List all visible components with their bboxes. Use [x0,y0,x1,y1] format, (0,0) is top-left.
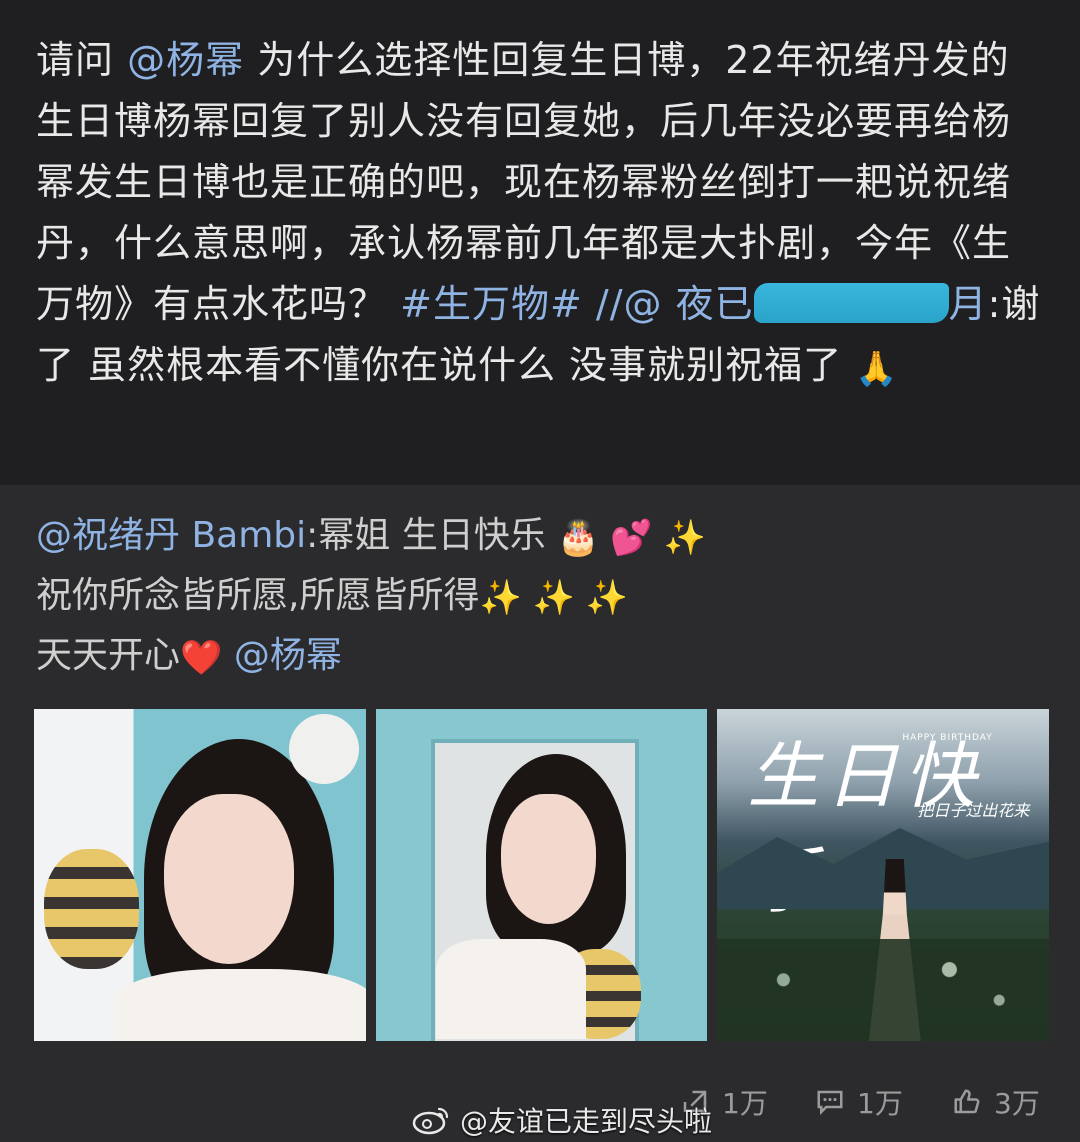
like-count: 3万 [994,1087,1040,1120]
comment-icon [817,1090,843,1116]
mention-yangmi[interactable]: @杨幂 [127,38,244,82]
redaction-scribble [753,283,949,323]
sparkles-icon: ✨ ✨ ✨ [479,578,629,618]
face-shape [164,794,294,964]
reposter-name-start[interactable]: 夜已 [676,282,754,326]
quote-wish: 祝你所念皆所愿,所愿皆所得 [36,575,480,616]
reposter-name-end[interactable]: 月 [949,282,988,326]
heart-icon: ❤️ [180,638,223,678]
thumbs-up-icon [954,1089,980,1114]
post-body: 请问 @杨幂 为什么选择性回复生日博，22年祝绪丹发的生日博杨幂回复了别人没有回… [0,0,1080,485]
birthday-subtitle-text: 把日子过出花来 [917,801,1030,820]
sweater-shape [114,969,366,1041]
mention-zhuxudan[interactable]: @祝绪丹 Bambi [36,515,306,556]
post-text: 请问 @杨幂 为什么选择性回复生日博，22年祝绪丹发的生日博杨幂回复了别人没有回… [36,30,1046,400]
pray-emoji-icon: 🙏 [855,349,899,389]
flowers-shape [717,939,1050,1041]
happy-birthday-text: HAPPY BIRTHDAY [902,733,993,743]
photo-thumbnail-3[interactable]: 生日快乐 HAPPY BIRTHDAY 把日子过出花来 [717,709,1050,1041]
like-button[interactable]: 3万 [952,1082,1040,1122]
cake-hearts-sparkles-icon: 🎂 💕 ✨ [557,518,706,558]
quoted-post[interactable]: @祝绪丹 Bambi:幂姐 生日快乐 🎂 💕 ✨ 祝你所念皆所愿,所愿皆所得✨ … [0,485,1080,1142]
watermark-text: @友谊已走到尽头啦 [460,1105,713,1138]
quote-line-3: 天天开心❤️ @杨幂 [36,627,1046,687]
post-text-intro: 请问 [36,38,115,82]
quoted-post-text: @祝绪丹 Bambi:幂姐 生日快乐 🎂 💕 ✨ 祝你所念皆所愿,所愿皆所得✨ … [36,507,1046,687]
comment-count: 1万 [857,1087,903,1120]
photo-thumbnail-1[interactable] [34,709,366,1041]
repost-marker: //@ [595,282,663,326]
comment-button[interactable]: 1万 [815,1082,903,1122]
image-grid: 生日快乐 HAPPY BIRTHDAY 把日子过出花来 [34,709,1050,1041]
photo-thumbnail-2[interactable] [375,709,708,1041]
weibo-logo-icon [412,1107,449,1135]
sweater-shape-2 [435,939,586,1039]
quote-greeting: :幂姐 生日快乐 [306,515,546,556]
plush-bee-shape [44,849,139,969]
face-shape-2 [500,794,596,924]
plush-toy-shape [289,714,359,784]
quote-line-2: 祝你所念皆所愿,所愿皆所得✨ ✨ ✨ [36,567,1046,627]
repost-count: 1万 [722,1087,768,1120]
post-footer: 1万 1万 3万 @友谊已走到尽头啦 [0,1072,1080,1138]
hashtag-shengwanwu[interactable]: #生万物# [400,282,583,326]
quote-happy: 天天开心 [36,635,181,676]
mention-yangmi-quote[interactable]: @杨幂 [234,635,342,676]
weibo-watermark: @友谊已走到尽头啦 [412,1100,712,1140]
quote-line-1: @祝绪丹 Bambi:幂姐 生日快乐 🎂 💕 ✨ [36,507,1046,567]
